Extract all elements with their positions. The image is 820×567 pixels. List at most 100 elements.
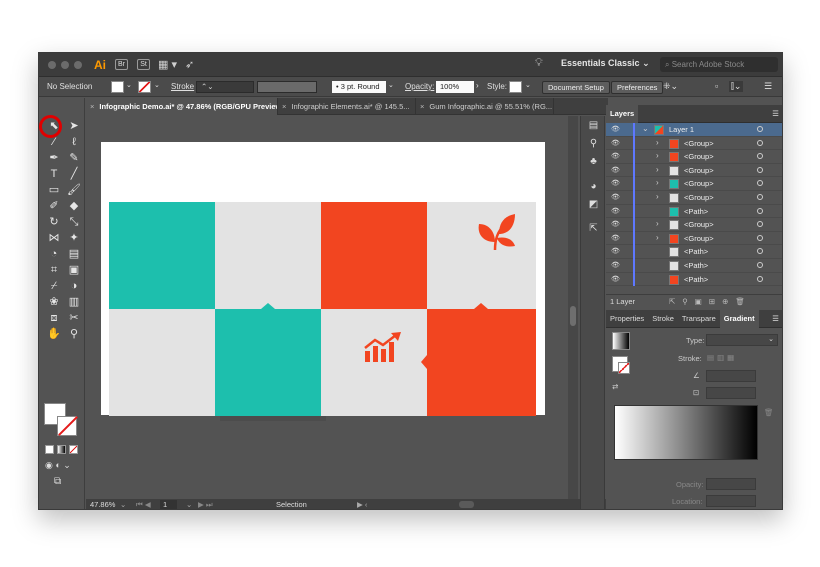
workspace-switcher[interactable]: Essentials Classic ⌄ bbox=[561, 58, 650, 69]
visibility-eye-icon[interactable]: 👁︎ bbox=[611, 152, 620, 160]
close-tab-icon[interactable]: × bbox=[90, 102, 94, 111]
target-circle-icon[interactable] bbox=[757, 193, 763, 200]
puppet-warp-tool-icon[interactable]: ✦ bbox=[65, 230, 83, 246]
curvature-tool-icon[interactable]: ✎ bbox=[65, 150, 83, 166]
delete-stop-icon[interactable]: 🗑︎ bbox=[764, 408, 774, 417]
last-artboard-icon[interactable]: ▶ ⏭ bbox=[198, 500, 213, 509]
target-circle-icon[interactable] bbox=[757, 221, 763, 228]
none-mode-button[interactable] bbox=[69, 445, 78, 454]
tab-layers[interactable]: Layers bbox=[606, 104, 639, 123]
eyedropper-tool-icon[interactable]: ⌿ bbox=[45, 278, 63, 294]
layer-row[interactable]: 👁︎ › <Group> bbox=[606, 218, 782, 232]
opacity-label[interactable]: Opacity: bbox=[405, 81, 434, 93]
close-window-button[interactable] bbox=[48, 60, 56, 69]
select-similar-icon[interactable]: ⁜⌄ bbox=[663, 81, 678, 92]
canvas-area[interactable] bbox=[86, 116, 568, 499]
layer-row[interactable]: 👁︎ › <Group> bbox=[606, 177, 782, 191]
target-circle-icon[interactable] bbox=[757, 248, 763, 255]
collapse-chevron-icon[interactable]: ⌄ bbox=[642, 124, 649, 133]
paintbrush-tool-icon[interactable]: 🖌︎ bbox=[65, 182, 83, 198]
style-chevron-icon[interactable]: ⌄ bbox=[525, 81, 531, 89]
artboard-tool-icon[interactable]: ⧈ bbox=[45, 310, 63, 326]
stock-search-input[interactable]: ⌕ Search Adobe Stock bbox=[660, 57, 778, 72]
orange-tile-1[interactable] bbox=[321, 202, 433, 309]
style-swatch[interactable] bbox=[509, 81, 522, 93]
visibility-eye-icon[interactable]: 👁︎ bbox=[611, 166, 620, 174]
visibility-eye-icon[interactable]: 👁︎ bbox=[611, 234, 620, 242]
grey-tile-1[interactable] bbox=[215, 202, 321, 309]
tab-transparency[interactable]: Transpare bbox=[678, 310, 720, 328]
layer-row[interactable]: 👁︎ <Path> bbox=[606, 204, 782, 219]
pen-tool-icon[interactable]: ✒ bbox=[45, 150, 63, 166]
fill-dropdown-chevron-icon[interactable]: ⌄ bbox=[126, 81, 132, 89]
stroke-dropdown-chevron-icon[interactable]: ⌄ bbox=[154, 81, 160, 89]
layers-footer-actions-icon[interactable]: ⇱⚲▣⊞⊕🗑︎ bbox=[669, 295, 752, 308]
column-graph-tool-icon[interactable]: ▥ bbox=[65, 294, 83, 310]
target-circle-icon[interactable] bbox=[757, 153, 763, 160]
artboard-number-field[interactable]: 1 bbox=[160, 500, 178, 509]
align-icon[interactable]: ▫ bbox=[715, 81, 718, 91]
gradient-slider[interactable] bbox=[614, 405, 758, 460]
expand-chevron-icon[interactable]: › bbox=[656, 192, 659, 201]
direct-selection-tool-icon[interactable]: ➤ bbox=[65, 118, 83, 134]
visibility-eye-icon[interactable]: 👁︎ bbox=[611, 275, 620, 283]
preferences-button[interactable]: Preferences bbox=[611, 81, 664, 94]
artboard[interactable] bbox=[101, 142, 545, 416]
layer-row[interactable]: 👁︎ <Path> bbox=[606, 272, 782, 287]
rectangle-tool-icon[interactable]: ▭ bbox=[45, 182, 63, 198]
fill-swatch[interactable] bbox=[111, 81, 124, 93]
visibility-eye-icon[interactable]: 👁︎ bbox=[611, 139, 620, 147]
shape-builder-tool-icon[interactable]: ◔ bbox=[45, 246, 63, 262]
visibility-eye-icon[interactable]: 👁︎ bbox=[611, 193, 620, 201]
bridge-button[interactable]: Br bbox=[115, 59, 128, 70]
zoom-tool-icon[interactable]: ⚲ bbox=[65, 326, 83, 342]
stroke-gradient-buttons-icon[interactable]: ▤▥▦ bbox=[707, 353, 737, 362]
stroke-swatch[interactable] bbox=[138, 81, 151, 93]
gradient-tool-icon[interactable]: ▣ bbox=[65, 262, 83, 278]
brush-chevron-icon[interactable]: ⌄ bbox=[388, 81, 394, 89]
gradient-opacity-field[interactable] bbox=[706, 478, 756, 490]
artboard-chevron-icon[interactable]: ⌄ bbox=[186, 500, 192, 509]
gpu-rocket-icon[interactable]: ➶ bbox=[185, 58, 194, 71]
slice-tool-icon[interactable]: ✂ bbox=[65, 310, 83, 326]
variable-width-profile[interactable] bbox=[257, 81, 317, 93]
target-circle-icon[interactable] bbox=[757, 166, 763, 173]
target-circle-icon[interactable] bbox=[757, 275, 763, 282]
line-tool-icon[interactable]: ╱ bbox=[65, 166, 83, 182]
libraries-panel-icon[interactable]: ⚲ bbox=[587, 138, 600, 150]
scroll-thumb[interactable] bbox=[570, 306, 576, 326]
visibility-eye-icon[interactable]: 👁︎ bbox=[611, 125, 620, 133]
opacity-arrow-icon[interactable]: › bbox=[476, 81, 479, 90]
target-circle-icon[interactable] bbox=[757, 261, 763, 268]
tab-infographic-demo[interactable]: × Infographic Demo.ai* @ 47.86% (RGB/GPU … bbox=[86, 98, 278, 115]
lasso-tool-icon[interactable]: ℓ bbox=[65, 134, 83, 150]
layer-row[interactable]: 👁︎ › <Group> bbox=[606, 150, 782, 164]
vertical-scrollbar[interactable] bbox=[568, 116, 578, 499]
tab-infographic-elements[interactable]: × Infographic Elements.ai* @ 145.5... bbox=[278, 98, 416, 115]
orange-tile-2[interactable] bbox=[421, 303, 536, 416]
perspective-grid-tool-icon[interactable]: ▤ bbox=[65, 246, 83, 262]
zoom-level[interactable]: 47.86% bbox=[90, 500, 115, 509]
visibility-eye-icon[interactable]: 👁︎ bbox=[611, 261, 620, 269]
brush-definition[interactable]: • 3 pt. Round bbox=[332, 81, 386, 93]
tab-properties[interactable]: Properties bbox=[606, 310, 648, 328]
reverse-gradient-icon[interactable]: ⇄ bbox=[612, 382, 618, 391]
expand-chevron-icon[interactable]: › bbox=[656, 233, 659, 242]
horizontal-scroll-thumb[interactable] bbox=[459, 501, 474, 508]
visibility-eye-icon[interactable]: 👁︎ bbox=[611, 179, 620, 187]
tab-stroke[interactable]: Stroke bbox=[648, 310, 678, 328]
transparency-panel-icon[interactable]: ◩ bbox=[587, 199, 600, 211]
stroke-box-small[interactable] bbox=[618, 362, 630, 374]
grey-tile-2[interactable] bbox=[427, 202, 536, 309]
panel-menu-icon[interactable]: ☰ bbox=[764, 81, 772, 92]
teal-tile-2[interactable] bbox=[215, 303, 327, 416]
target-circle-icon[interactable] bbox=[757, 139, 763, 146]
layer-row-layer-1[interactable]: 👁︎ ⌄ Layer 1 bbox=[606, 123, 782, 137]
layer-row[interactable]: 👁︎ <Path> bbox=[606, 258, 782, 273]
gradient-panel-menu-icon[interactable]: ☰ bbox=[772, 314, 779, 323]
target-circle-icon[interactable] bbox=[757, 207, 763, 214]
symbol-sprayer-tool-icon[interactable]: ❀ bbox=[45, 294, 63, 310]
expand-chevron-icon[interactable]: › bbox=[656, 165, 659, 174]
close-tab-icon[interactable]: × bbox=[420, 102, 424, 111]
zoom-window-button[interactable] bbox=[74, 60, 82, 69]
